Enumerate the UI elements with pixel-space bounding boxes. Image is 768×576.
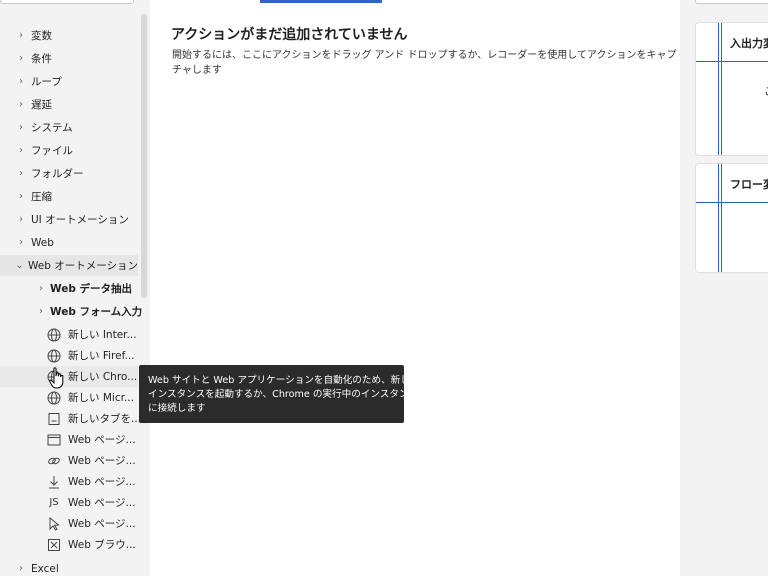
tree-subgroup-web-form-filling[interactable]: › Web フォーム入力	[34, 301, 142, 322]
empty-state-title: アクションがまだ追加されていません	[171, 27, 408, 43]
pointer-icon	[46, 516, 62, 532]
globe-icon	[46, 327, 62, 343]
flow-variables-title: フロー変	[730, 178, 768, 191]
action-launch-edge[interactable]: 新しい Micr...	[46, 387, 134, 408]
tree-group-compression[interactable]: › 圧縮	[14, 186, 52, 207]
tree-group-web-automation[interactable]: ⌄ Web オートメーション	[0, 255, 138, 276]
active-tab-indicator	[260, 0, 382, 3]
tree-group-web[interactable]: › Web	[14, 232, 54, 253]
io-variables-empty-text: こ	[764, 83, 768, 99]
card-divider	[696, 61, 768, 62]
chevron-right-icon: ›	[19, 214, 23, 225]
tooltip-line: インスタンスを起動するか、Chrome の実行中のインスタンス	[148, 389, 418, 400]
action-web-page-4[interactable]: JS Web ページ...	[46, 492, 135, 513]
tooltip-line: Web サイトと Web アプリケーションを自動化のため、新しい	[148, 375, 420, 386]
io-variables-title: 入出力変	[730, 37, 768, 50]
chevron-right-icon: ›	[19, 99, 23, 110]
flow-canvas[interactable]: アクションがまだ追加されていません 開始するには、ここにアクションをドラッグ ア…	[150, 0, 680, 576]
action-web-page-3[interactable]: Web ページ...	[46, 471, 136, 492]
chevron-right-icon: ›	[19, 53, 23, 64]
chevron-right-icon: ›	[19, 30, 23, 41]
tree-group-folder[interactable]: › フォルダー	[14, 163, 84, 184]
card-divider	[721, 164, 722, 272]
new-tab-icon	[46, 411, 62, 427]
chevron-right-icon: ›	[19, 237, 23, 248]
card-divider	[718, 23, 719, 155]
hand-cursor-icon	[49, 367, 65, 389]
variables-search-input[interactable]	[695, 0, 768, 4]
close-box-icon	[46, 537, 62, 553]
action-web-page-2[interactable]: Web ページ...	[46, 450, 136, 471]
window-icon	[46, 432, 62, 448]
io-variables-card[interactable]: 入出力変 こ	[695, 22, 768, 156]
tree-group-system[interactable]: › システム	[14, 117, 73, 138]
tree-group-variables[interactable]: › 変数	[14, 25, 52, 46]
action-create-new-tab[interactable]: 新しいタブを...	[46, 408, 141, 429]
action-launch-firefox[interactable]: 新しい Firef...	[46, 345, 135, 366]
action-launch-chrome[interactable]: 新しい Chro...	[0, 366, 138, 387]
chevron-right-icon: ›	[39, 283, 43, 294]
tree-group-conditions[interactable]: › 条件	[14, 48, 52, 69]
download-arrow-icon	[46, 474, 62, 490]
tree-group-file[interactable]: › ファイル	[14, 140, 73, 161]
action-web-page-1[interactable]: Web ページ...	[46, 429, 136, 450]
js-icon: JS	[49, 497, 59, 508]
flow-variables-card[interactable]: フロー変	[695, 163, 768, 273]
action-launch-ie[interactable]: 新しい Inter...	[46, 324, 137, 345]
tooltip-line: に接続します	[148, 403, 206, 414]
globe-icon	[46, 390, 62, 406]
chevron-right-icon: ›	[19, 168, 23, 179]
chevron-right-icon: ›	[19, 122, 23, 133]
tree-group-delay[interactable]: › 遅延	[14, 94, 52, 115]
actions-pane-scrollbar[interactable]	[141, 14, 147, 298]
actions-pane: › 変数 › 条件 › ループ › 遅延 › システム › ファイル › フォル…	[0, 0, 148, 576]
globe-icon	[46, 348, 62, 364]
actions-search-input[interactable]	[0, 0, 134, 4]
tree-group-ui-automation[interactable]: › UI オートメーション	[14, 209, 129, 230]
card-divider	[721, 23, 722, 155]
chevron-right-icon: ›	[39, 306, 43, 317]
tree-group-loops[interactable]: › ループ	[14, 71, 62, 92]
empty-state-description: 開始するには、ここにアクションをドラッグ アンド ドロップするか、レコーダーを使…	[172, 50, 677, 76]
variables-pane: 入出力変 こ フロー変	[683, 0, 768, 576]
action-web-page-5[interactable]: Web ページ...	[46, 513, 136, 534]
chevron-right-icon: ›	[19, 145, 23, 156]
chevron-right-icon: ›	[19, 76, 23, 87]
chevron-right-icon: ›	[19, 191, 23, 202]
chevron-down-icon: ⌄	[15, 260, 24, 271]
tree-subgroup-web-data-extraction[interactable]: › Web データ抽出	[34, 278, 132, 299]
action-close-browser[interactable]: Web ブラウ...	[46, 534, 136, 555]
action-tooltip: Web サイトと Web アプリケーションを自動化のため、新しい インスタンスを…	[139, 365, 420, 423]
chevron-right-icon: ›	[19, 563, 23, 574]
tree-group-excel[interactable]: › Excel	[14, 558, 59, 576]
link-icon	[46, 453, 62, 469]
card-divider	[718, 164, 719, 272]
card-divider	[696, 202, 768, 203]
